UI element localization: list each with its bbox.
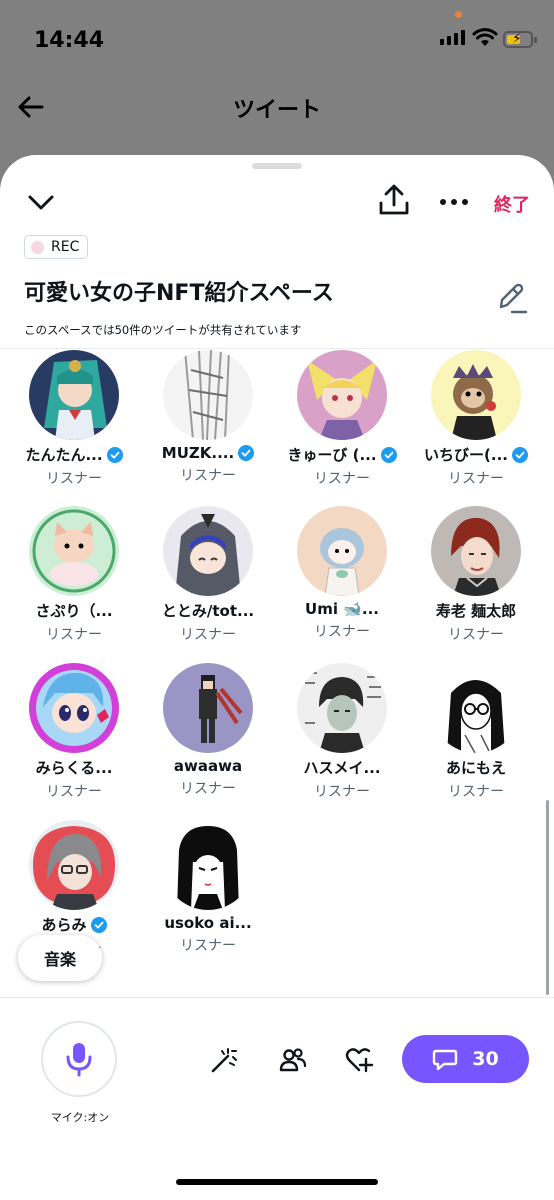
participant[interactable]: いちびー(... リスナー	[409, 350, 543, 488]
avatar	[431, 663, 521, 753]
participant-name: たんたん...	[25, 446, 103, 464]
microphone-icon	[66, 1043, 92, 1077]
space-subtitle: このスペースでは50件のツイートが共有されています	[24, 323, 302, 337]
participant-role: リスナー	[448, 784, 504, 800]
participant-role: リスナー	[180, 468, 236, 484]
participant[interactable]: たんたん... リスナー	[7, 350, 141, 488]
magic-wand-icon[interactable]	[208, 1045, 238, 1075]
participant-name: MUZK....	[161, 444, 235, 462]
participant-name: あらみ	[41, 916, 87, 934]
record-dot-icon	[31, 240, 44, 254]
status-bar: 14:44 ⚡	[0, 0, 554, 80]
participant[interactable]: MUZK.... リスナー	[141, 350, 275, 485]
participant[interactable]: きゅーび (... リスナー	[275, 350, 409, 488]
avatar	[163, 663, 253, 753]
participant-role: リスナー	[46, 784, 102, 800]
microphone-button[interactable]	[41, 1021, 117, 1097]
page-title: ツイート	[232, 98, 321, 123]
participant-name: あにもえ	[445, 759, 506, 777]
header-divider	[0, 348, 554, 349]
participant[interactable]: 寿老 麺太郎 リスナー	[409, 506, 543, 644]
participant-role: リスナー	[46, 471, 102, 487]
sheet-grabber[interactable]	[252, 163, 302, 169]
participant-role: リスナー	[314, 624, 370, 640]
privacy-indicator-dot	[455, 11, 462, 18]
participant-role: リスナー	[180, 781, 236, 797]
avatar	[29, 350, 119, 440]
avatar	[29, 506, 119, 596]
participant[interactable]: usoko ai... リスナー	[141, 820, 275, 955]
participant-name: ハスメイ...	[303, 759, 381, 777]
microphone-label: マイク:オン	[50, 1111, 110, 1124]
comments-button[interactable]: 30	[402, 1035, 529, 1083]
avatar	[29, 820, 119, 910]
battery-icon: ⚡	[503, 31, 537, 48]
participant[interactable]: ハスメイ... リスナー	[275, 663, 409, 801]
tweet-header: ツイート	[0, 80, 554, 140]
space-title: 可愛い女の子NFT紹介スペース	[24, 281, 334, 306]
participant[interactable]: みらくる... リスナー	[7, 663, 141, 801]
participant[interactable]: さぷり（... リスナー	[7, 506, 141, 644]
avatar	[297, 506, 387, 596]
people-icon[interactable]	[278, 1045, 308, 1075]
bottom-bar-divider	[0, 997, 554, 998]
recording-label: REC	[51, 239, 80, 255]
participant-role: リスナー	[46, 627, 102, 643]
avatar	[297, 663, 387, 753]
space-sheet: 終了 REC 可愛い女の子NFT紹介スペース このスペースでは50件のツイートが…	[0, 155, 554, 1200]
participant-name: みらくる...	[35, 759, 113, 777]
participant-role: リスナー	[448, 471, 504, 487]
avatar	[297, 350, 387, 440]
cellular-signal-icon	[440, 30, 465, 45]
verified-badge-icon	[106, 446, 123, 463]
participant[interactable]: awaawa リスナー	[141, 663, 275, 798]
end-space-button[interactable]: 終了	[494, 191, 530, 217]
comment-count: 30	[472, 1048, 499, 1070]
comment-icon	[433, 1049, 458, 1071]
scrollbar[interactable]	[546, 800, 549, 995]
participant-role: リスナー	[180, 627, 236, 643]
avatar	[163, 350, 253, 440]
edit-icon[interactable]	[496, 281, 528, 315]
chevron-down-icon[interactable]	[26, 187, 56, 217]
participant-role: リスナー	[314, 784, 370, 800]
verified-badge-icon	[90, 916, 107, 933]
verified-badge-icon	[380, 446, 397, 463]
participant-role: リスナー	[314, 471, 370, 487]
participant[interactable]: ととみ/tot... リスナー	[141, 506, 275, 644]
heart-plus-icon[interactable]	[344, 1045, 374, 1075]
avatar	[431, 350, 521, 440]
avatar	[163, 820, 253, 910]
participant-name: Umi 🐋...	[305, 600, 379, 618]
participant-name: awaawa	[173, 757, 243, 775]
participant-name: さぷり（...	[35, 602, 113, 620]
avatar	[431, 506, 521, 596]
participant-name: きゅーび (...	[287, 446, 377, 464]
participant[interactable]: Umi 🐋... リスナー	[275, 506, 409, 641]
participant-name: ととみ/tot...	[161, 602, 255, 620]
status-time: 14:44	[34, 28, 105, 53]
home-indicator[interactable]	[176, 1179, 378, 1185]
share-icon[interactable]	[378, 183, 410, 217]
participant-name: 寿老 麺太郎	[435, 602, 517, 620]
participant-role: リスナー	[448, 627, 504, 643]
participant-name: いちびー(...	[424, 446, 508, 464]
more-icon[interactable]	[438, 187, 470, 217]
music-chip-button[interactable]: 音楽	[18, 935, 102, 981]
wifi-icon	[472, 28, 498, 46]
participant[interactable]: あにもえ リスナー	[409, 663, 543, 801]
avatar	[29, 663, 119, 753]
verified-badge-icon	[511, 446, 528, 463]
recording-badge: REC	[24, 235, 89, 259]
verified-badge-icon	[238, 445, 255, 461]
participant-name: usoko ai...	[164, 914, 252, 932]
participant-role: リスナー	[180, 938, 236, 954]
participants-grid: たんたん... リスナー MUZK.... リスナー きゅーび (... リスナ…	[0, 350, 554, 996]
avatar	[163, 506, 253, 596]
